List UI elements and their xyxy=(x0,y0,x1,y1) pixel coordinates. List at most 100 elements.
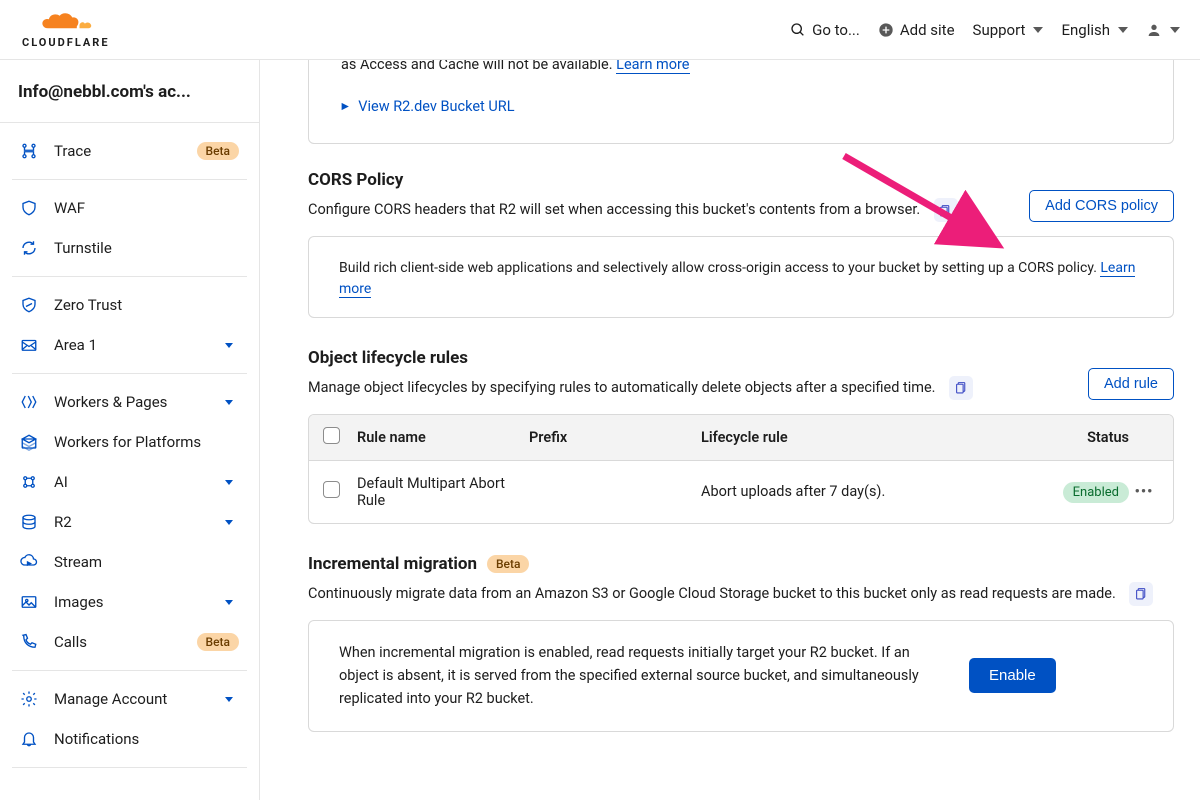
sidebar-item-label: WAF xyxy=(54,199,239,217)
support-dropdown[interactable]: Support xyxy=(973,21,1044,39)
sidebar-item-manage-account[interactable]: Manage Account xyxy=(12,679,247,719)
sidebar-item-label: Workers for Platforms xyxy=(54,433,239,451)
waf-icon xyxy=(20,199,38,217)
sidebar-item-ai[interactable]: AI xyxy=(12,462,247,502)
view-bucket-url-toggle[interactable]: ▾ View R2.dev Bucket URL xyxy=(341,98,515,115)
add-rule-button[interactable]: Add rule xyxy=(1088,368,1174,400)
sidebar-item-images[interactable]: Images xyxy=(12,582,247,622)
sidebar-item-label: Notifications xyxy=(54,730,239,748)
chevron-down-icon xyxy=(225,600,233,605)
learn-more-link[interactable]: Learn more xyxy=(616,60,689,74)
sidebar-item-notifications[interactable]: Notifications xyxy=(12,719,247,759)
cloudflare-logo[interactable]: CLOUDFLARE xyxy=(20,10,110,49)
cors-info-card: Build rich client-side web applications … xyxy=(308,236,1174,318)
sidebar-item-label: AI xyxy=(54,473,209,491)
col-rule: Lifecycle rule xyxy=(701,429,1019,446)
sidebar-item-zero-trust[interactable]: Zero Trust xyxy=(12,285,247,325)
ai-icon xyxy=(20,473,38,491)
chevron-down-icon xyxy=(1170,27,1180,33)
cors-section: CORS Policy Configure CORS headers that … xyxy=(308,170,1174,318)
col-prefix: Prefix xyxy=(529,429,701,446)
sidebar-item-label: Zero Trust xyxy=(54,296,239,314)
sidebar-item-workers-pages[interactable]: Workers & Pages xyxy=(12,382,247,422)
r2-icon xyxy=(20,513,38,531)
public-access-card: x as Access and Cache will not be availa… xyxy=(308,60,1174,144)
zerotrust-icon xyxy=(20,296,38,314)
sidebar-item-label: Workers & Pages xyxy=(54,393,209,411)
language-dropdown[interactable]: English xyxy=(1061,21,1128,39)
beta-badge: Beta xyxy=(487,555,529,573)
sidebar-item-label: Calls xyxy=(54,633,181,651)
images-icon xyxy=(20,593,38,611)
lifecycle-title: Object lifecycle rules xyxy=(308,348,1076,368)
stream-icon xyxy=(20,553,38,571)
sidebar-item-calls[interactable]: Calls Beta xyxy=(12,622,247,662)
col-name: Rule name xyxy=(357,429,529,446)
cell-rule: Abort uploads after 7 day(s). xyxy=(701,483,1019,500)
chevron-down-icon xyxy=(1033,27,1043,33)
enable-migration-button[interactable]: Enable xyxy=(969,658,1056,693)
status-badge: Enabled xyxy=(1063,482,1129,503)
sidebar-item-area-1[interactable]: Area 1 xyxy=(12,325,247,365)
sidebar-item-trace[interactable]: TraceBeta xyxy=(12,131,247,171)
brand-text: CLOUDFLARE xyxy=(22,36,110,49)
chevron-down-icon xyxy=(1118,27,1128,33)
sidebar-item-stream[interactable]: Stream xyxy=(12,542,247,582)
sidebar-item-label: Trace xyxy=(54,142,181,160)
add-site-button[interactable]: Add site xyxy=(878,21,955,39)
migration-desc: Continuously migrate data from an Amazon… xyxy=(308,585,1116,602)
chevron-down-icon xyxy=(225,697,233,702)
row-menu-button[interactable]: ••• xyxy=(1129,483,1159,500)
search-icon xyxy=(790,22,806,38)
trace-icon xyxy=(20,142,38,160)
manage-icon xyxy=(20,690,38,708)
sidebar-item-r2[interactable]: R2 xyxy=(12,502,247,542)
migration-title: Incremental migration xyxy=(308,554,477,574)
user-icon xyxy=(1146,22,1162,38)
account-switcher[interactable]: Info@nebbl.com's ac... xyxy=(0,60,259,123)
add-cors-policy-button[interactable]: Add CORS policy xyxy=(1029,190,1174,222)
sidebar: Info@nebbl.com's ac... TraceBetaWAFTurns… xyxy=(0,60,260,800)
platforms-icon xyxy=(20,433,38,451)
cors-body: Build rich client-side web applications … xyxy=(339,260,1100,276)
notifications-icon xyxy=(20,730,38,748)
sidebar-item-turnstile[interactable]: Turnstile xyxy=(12,228,247,268)
docs-icon[interactable] xyxy=(934,198,958,222)
docs-icon[interactable] xyxy=(949,376,973,400)
sidebar-item-label: R2 xyxy=(54,513,209,531)
chevron-down-icon xyxy=(225,520,233,525)
cors-title: CORS Policy xyxy=(308,170,1017,190)
sidebar-item-waf[interactable]: WAF xyxy=(12,188,247,228)
sidebar-item-label: Turnstile xyxy=(54,239,239,257)
goto-search[interactable]: Go to... xyxy=(790,21,860,39)
turnstile-icon xyxy=(20,239,38,257)
chevron-down-icon xyxy=(225,480,233,485)
sidebar-item-label: Area 1 xyxy=(54,336,209,354)
chevron-down-icon xyxy=(225,400,233,405)
cloud-icon xyxy=(39,10,93,34)
user-menu[interactable] xyxy=(1146,22,1180,38)
select-all-checkbox[interactable] xyxy=(323,427,340,444)
col-status: Status xyxy=(1019,429,1129,446)
chevron-down-icon xyxy=(225,343,233,348)
migration-section: Incremental migration Beta Continuously … xyxy=(308,554,1174,732)
table-row: Default Multipart Abort Rule Abort uploa… xyxy=(309,461,1173,523)
docs-icon[interactable] xyxy=(1129,582,1153,606)
top-bar: CLOUDFLARE Go to... Add site Support Eng… xyxy=(0,0,1200,60)
sidebar-item-workers-for-platforms[interactable]: Workers for Platforms xyxy=(12,422,247,462)
lifecycle-section: Object lifecycle rules Manage object lif… xyxy=(308,348,1174,524)
lifecycle-desc: Manage object lifecycles by specifying r… xyxy=(308,379,936,396)
sidebar-item-label: Images xyxy=(54,593,209,611)
row-checkbox[interactable] xyxy=(323,481,340,498)
migration-card: When incremental migration is enabled, r… xyxy=(308,620,1174,732)
calls-icon xyxy=(20,633,38,651)
plus-circle-icon xyxy=(878,22,894,38)
chevron-right-icon: ▾ xyxy=(336,103,353,110)
workers-icon xyxy=(20,393,38,411)
area1-icon xyxy=(20,336,38,354)
cell-name: Default Multipart Abort Rule xyxy=(357,475,529,509)
cors-desc: Configure CORS headers that R2 will set … xyxy=(308,201,920,218)
migration-body: When incremental migration is enabled, r… xyxy=(339,641,949,711)
lifecycle-table: Rule name Prefix Lifecycle rule Status D… xyxy=(308,414,1174,524)
beta-badge: Beta xyxy=(197,633,239,651)
